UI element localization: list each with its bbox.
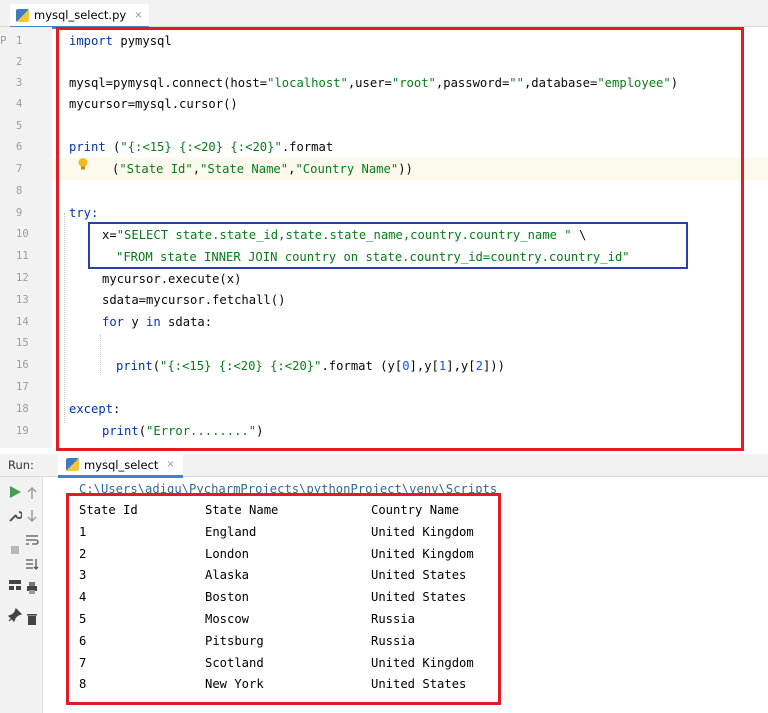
line-number: 3 <box>16 77 23 89</box>
line-number: 12 <box>16 272 29 284</box>
line-number: 1 <box>16 35 23 47</box>
blue-highlight-query-box <box>88 222 688 269</box>
line-number: 6 <box>16 141 23 153</box>
editor-tab-mysql-select[interactable]: mysql_select.py × <box>10 4 149 29</box>
line-number: 17 <box>16 381 29 393</box>
line-number: 5 <box>16 120 23 132</box>
up-arrow-icon[interactable] <box>25 486 39 500</box>
soft-wrap-icon[interactable] <box>25 533 39 547</box>
layout-icon[interactable] <box>8 578 22 592</box>
line-number: 19 <box>16 425 29 437</box>
run-label: Run: <box>8 458 34 472</box>
run-side-toolbar <box>0 477 43 713</box>
line-number: 9 <box>16 207 23 219</box>
trash-icon[interactable] <box>25 612 39 626</box>
editor-tab-label: mysql_select.py <box>34 8 127 22</box>
line-number: 18 <box>16 403 29 415</box>
wrench-icon[interactable] <box>8 509 22 523</box>
run-icon[interactable] <box>8 485 22 499</box>
run-tool-window-bar: Run: mysql_select × <box>0 454 768 478</box>
print-icon[interactable] <box>25 581 39 595</box>
down-arrow-icon[interactable] <box>25 509 39 523</box>
line-number: 8 <box>16 185 23 197</box>
line-number: 15 <box>16 337 29 349</box>
line-number: 2 <box>16 56 23 68</box>
line-number: 16 <box>16 359 29 371</box>
run-tab-label: mysql_select <box>84 457 159 472</box>
line-number: 10 <box>16 228 29 240</box>
editor-tab-bar: mysql_select.py × <box>0 0 768 29</box>
line-number: 14 <box>16 316 29 328</box>
red-highlight-output-box <box>66 493 501 705</box>
python-file-icon <box>16 8 29 22</box>
stop-icon[interactable] <box>8 543 22 557</box>
line-number: 7 <box>16 163 23 175</box>
python-file-icon <box>66 458 79 471</box>
line-number: 4 <box>16 98 23 110</box>
close-tab-icon[interactable]: × <box>134 10 142 21</box>
line-number: 11 <box>16 250 29 262</box>
close-run-tab-icon[interactable]: × <box>166 459 174 470</box>
line-number: 13 <box>16 294 29 306</box>
run-tab-mysql-select[interactable]: mysql_select × <box>58 454 183 478</box>
pin-icon[interactable] <box>8 608 22 622</box>
scroll-to-end-icon[interactable] <box>25 557 39 571</box>
